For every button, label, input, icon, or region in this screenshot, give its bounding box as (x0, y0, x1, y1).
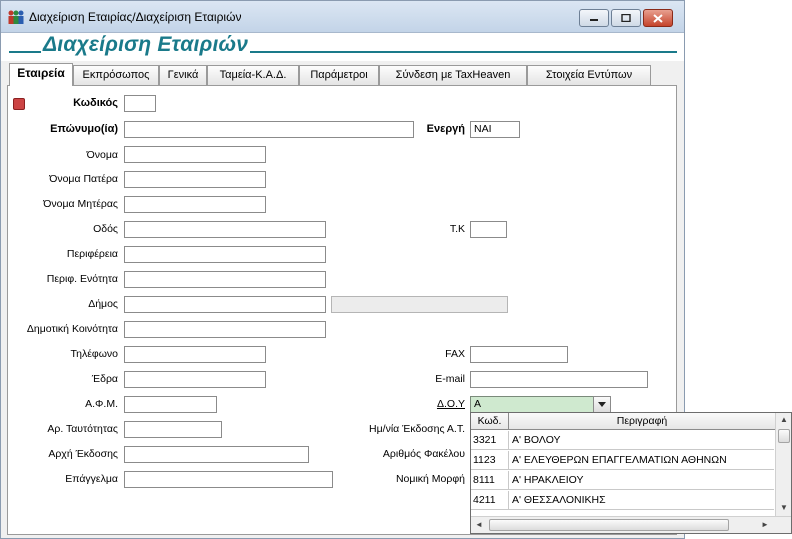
active-label: Ενεργή (426, 123, 465, 135)
seat-label: Έδρα (91, 373, 118, 385)
folder-number-label: Αριθμός Φακέλου (382, 448, 465, 460)
tab-print-forms[interactable]: Στοιχεία Εντύπων (527, 65, 651, 85)
dd-item-desc: Α' ΒΟΛΟΥ (512, 434, 561, 446)
zip-label: Τ.Κ (449, 223, 465, 235)
maximize-icon (621, 14, 631, 22)
community-label: Δημοτική Κοινότητα (26, 323, 118, 335)
regional-unit-label: Περιφ. Ενότητα (46, 273, 118, 285)
regional-unit-field[interactable] (124, 271, 326, 288)
municipality-field[interactable] (124, 296, 326, 313)
tab-company[interactable]: Εταιρεία (9, 63, 73, 86)
scroll-down-icon[interactable]: ▼ (780, 503, 788, 512)
dd-item-code: 1123 (471, 451, 509, 469)
dd-col-code[interactable]: Κωδ. (471, 413, 509, 430)
street-label: Οδός (93, 223, 118, 235)
close-icon (653, 13, 663, 23)
vertical-scrollbar[interactable]: ▲ ▼ (775, 413, 791, 516)
phone-field[interactable] (124, 346, 266, 363)
scroll-right-icon[interactable]: ► (761, 520, 769, 529)
doy-dropdown-list[interactable]: Κωδ. Περιγραφή 3321 Α' ΒΟΛΟΥ 1123 Α' ΕΛΕ… (470, 412, 792, 534)
id-number-label: Αρ. Ταυτότητας (47, 423, 118, 435)
dd-item-desc: Α' ΗΡΑΚΛΕΙΟΥ (512, 474, 584, 486)
tab-strip: Εταιρεία Εκπρόσωπος Γενικά Ταμεία-Κ.Α.Δ.… (7, 63, 677, 86)
minimize-icon (590, 19, 598, 21)
email-field[interactable] (470, 371, 648, 388)
page-title: Διαχείριση Εταιριών (41, 33, 251, 57)
tab-taxheaven[interactable]: Σύνδεση με TaxHeaven (379, 65, 527, 85)
father-name-field[interactable] (124, 171, 266, 188)
municipality-extra-field (331, 296, 508, 313)
fax-field[interactable] (470, 346, 568, 363)
afm-field[interactable] (124, 396, 217, 413)
title-bar: Διαχείριση Εταιρίας/Διαχείριση Εταιριών (1, 1, 684, 33)
window-title: Διαχείριση Εταιρίας/Διαχείριση Εταιριών (29, 10, 242, 24)
surname-label: Επώνυμο(ία) (50, 123, 118, 135)
afm-label: Α.Φ.Μ. (85, 398, 118, 410)
legal-form-label: Νομική Μορφή (395, 473, 465, 485)
doy-dropdown-button[interactable] (593, 396, 611, 413)
page-header: Διαχείριση Εταιριών (1, 33, 684, 61)
dd-item-desc: Α' ΘΕΣΣΑΛΟΝΙΚΗΣ (512, 494, 606, 506)
issue-authority-label: Αρχή Έκδοσης (48, 448, 118, 460)
community-field[interactable] (124, 321, 326, 338)
profession-label: Επάγγελμα (65, 473, 118, 485)
email-label: E-mail (435, 373, 465, 385)
chevron-down-icon (598, 402, 606, 407)
list-item[interactable]: 3321 Α' ΒΟΛΟΥ (471, 431, 774, 450)
scroll-left-icon[interactable]: ◄ (475, 520, 483, 529)
doy-label[interactable]: Δ.Ο.Υ (437, 398, 465, 410)
dd-item-code: 8111 (471, 471, 509, 489)
region-label: Περιφέρεια (66, 248, 118, 260)
seat-field[interactable] (124, 371, 266, 388)
municipality-label: Δήμος (88, 298, 118, 310)
profession-field[interactable] (124, 471, 333, 488)
father-name-label: Όνομα Πατέρα (49, 173, 118, 185)
scroll-up-icon[interactable]: ▲ (780, 415, 788, 424)
bell-icon[interactable] (13, 98, 25, 110)
tab-parameters[interactable]: Παράμετροι (299, 65, 379, 85)
mother-name-label: Όνομα Μητέρας (43, 198, 118, 210)
maximize-button[interactable] (611, 9, 641, 27)
horizontal-scrollbar[interactable]: ◄ ► (471, 516, 791, 533)
street-field[interactable] (124, 221, 326, 238)
doy-combo-input[interactable]: Α (470, 396, 594, 413)
vertical-scroll-thumb[interactable] (778, 429, 790, 443)
name-field[interactable] (124, 146, 266, 163)
close-button[interactable] (643, 9, 673, 27)
tab-general[interactable]: Γενικά (159, 65, 207, 85)
issue-authority-field[interactable] (124, 446, 309, 463)
users-icon (7, 9, 25, 25)
active-field[interactable]: ΝΑΙ (470, 121, 520, 138)
name-label: Όνομα (86, 149, 118, 161)
list-item[interactable]: 1123 Α' ΕΛΕΥΘΕΡΩΝ ΕΠΑΓΓΕΛΜΑΤΙΩΝ ΑΘΗΝΩΝ (471, 451, 774, 470)
code-field[interactable] (124, 95, 156, 112)
code-label: Κωδικός (73, 97, 118, 109)
tab-representative[interactable]: Εκπρόσωπος (73, 65, 159, 85)
dd-item-desc: Α' ΕΛΕΥΘΕΡΩΝ ΕΠΑΓΓΕΛΜΑΤΙΩΝ ΑΘΗΝΩΝ (512, 454, 727, 466)
id-number-field[interactable] (124, 421, 222, 438)
zip-field[interactable] (470, 221, 507, 238)
dd-item-code: 3321 (471, 431, 509, 449)
mother-name-field[interactable] (124, 196, 266, 213)
list-item[interactable]: 4211 Α' ΘΕΣΣΑΛΟΝΙΚΗΣ (471, 491, 774, 510)
surname-field[interactable] (124, 121, 414, 138)
region-field[interactable] (124, 246, 326, 263)
tab-funds-kad[interactable]: Ταμεία-Κ.Α.Δ. (207, 65, 299, 85)
list-item[interactable]: 8111 Α' ΗΡΑΚΛΕΙΟΥ (471, 471, 774, 490)
issue-date-label: Ημ/νία Έκδοσης Α.Τ. (369, 423, 465, 435)
fax-label: FAX (445, 348, 465, 360)
dd-item-code: 4211 (471, 491, 509, 509)
horizontal-scroll-thumb[interactable] (489, 519, 729, 531)
minimize-button[interactable] (579, 9, 609, 27)
dd-col-desc[interactable]: Περιγραφή (509, 413, 775, 430)
phone-label: Τηλέφωνο (70, 348, 118, 360)
